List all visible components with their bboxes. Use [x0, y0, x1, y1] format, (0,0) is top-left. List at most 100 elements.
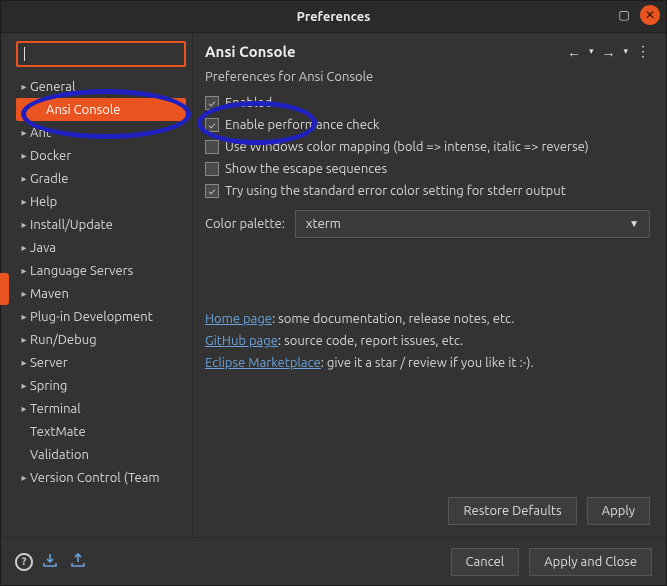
expand-arrow-icon: ▸	[18, 403, 30, 415]
marketplace-link-row: Eclipse Marketplace: give it a star / re…	[205, 352, 650, 374]
titlebar: Preferences ▢ ✕	[1, 1, 666, 33]
palette-value: xterm	[306, 217, 341, 231]
expand-arrow-icon: ▸	[18, 81, 30, 93]
home-link-row: Home page: some documentation, release n…	[205, 308, 650, 330]
sidebar-item-ant[interactable]: ▸Ant	[16, 121, 186, 144]
sidebar-item-label: Server	[30, 356, 68, 370]
expand-arrow-icon: ▸	[18, 196, 30, 208]
home-link-suffix: : some documentation, release notes, etc…	[272, 312, 514, 326]
content-header: Ansi Console ← ▾ → ▾ ⋮	[205, 43, 650, 60]
expand-arrow-icon: ▸	[18, 380, 30, 392]
maximize-button[interactable]: ▢	[614, 5, 634, 25]
expand-arrow-icon: ▸	[18, 265, 30, 277]
back-menu-icon[interactable]: ▾	[589, 46, 594, 57]
option-row: Enabled	[205, 92, 650, 114]
preferences-sidebar: ▸GeneralAnsi Console▸Ant▸Docker▸Gradle▸H…	[10, 33, 193, 537]
sidebar-item-help[interactable]: ▸Help	[16, 190, 186, 213]
option-label: Try using the standard error color setti…	[225, 184, 566, 198]
sidebar-item-terminal[interactable]: ▸Terminal	[16, 397, 186, 420]
checkbox[interactable]	[205, 118, 219, 132]
window-title: Preferences	[297, 10, 371, 24]
activity-strip	[1, 33, 10, 537]
menu-icon[interactable]: ⋮	[636, 43, 650, 60]
sidebar-item-install-update[interactable]: ▸Install/Update	[16, 213, 186, 236]
github-link[interactable]: GitHub page	[205, 334, 278, 348]
sidebar-item-spring[interactable]: ▸Spring	[16, 374, 186, 397]
section-title: Preferences for Ansi Console	[205, 70, 650, 84]
back-icon[interactable]: ←	[567, 44, 581, 60]
search-input[interactable]	[25, 46, 178, 63]
apply-button[interactable]: Apply	[587, 497, 650, 525]
activity-highlight	[0, 273, 9, 305]
export-icon[interactable]	[71, 553, 89, 571]
restore-defaults-button[interactable]: Restore Defaults	[448, 497, 576, 525]
palette-label: Color palette:	[205, 217, 285, 231]
home-link[interactable]: Home page	[205, 312, 272, 326]
sidebar-item-plug-in-development[interactable]: ▸Plug-in Development	[16, 305, 186, 328]
sidebar-item-ansi-console[interactable]: Ansi Console	[16, 98, 186, 121]
checkbox[interactable]	[205, 96, 219, 110]
marketplace-link-suffix: : give it a star / review if you like it…	[321, 356, 534, 370]
sidebar-item-label: Plug-in Development	[30, 310, 153, 324]
checkbox[interactable]	[205, 184, 219, 198]
footer-buttons: Cancel Apply and Close	[451, 548, 652, 576]
sidebar-item-java[interactable]: ▸Java	[16, 236, 186, 259]
header-nav: ← ▾ → ▾ ⋮	[567, 43, 650, 60]
option-label: Show the escape sequences	[225, 162, 387, 176]
sidebar-item-label: Gradle	[30, 172, 68, 186]
sidebar-item-label: Run/Debug	[30, 333, 97, 347]
marketplace-link[interactable]: Eclipse Marketplace	[205, 356, 321, 370]
sidebar-item-label: Help	[30, 195, 57, 209]
dialog-footer: ? Cancel Apply and Close	[1, 537, 666, 585]
sidebar-item-general[interactable]: ▸General	[16, 75, 186, 98]
expand-arrow-icon: ▸	[18, 173, 30, 185]
expand-arrow-icon: ▸	[18, 127, 30, 139]
sidebar-item-label: Install/Update	[30, 218, 113, 232]
expand-arrow-icon: ▸	[18, 334, 30, 346]
expand-arrow-icon: ▸	[18, 357, 30, 369]
sidebar-item-label: Ant	[30, 126, 51, 140]
checkbox[interactable]	[205, 162, 219, 176]
content-pane: Ansi Console ← ▾ → ▾ ⋮ Preferences for A…	[193, 33, 666, 537]
sidebar-item-label: Docker	[30, 149, 71, 163]
sidebar-item-run-debug[interactable]: ▸Run/Debug	[16, 328, 186, 351]
search-input-wrap[interactable]	[16, 41, 186, 67]
import-icon[interactable]	[43, 553, 61, 571]
sidebar-item-gradle[interactable]: ▸Gradle	[16, 167, 186, 190]
preferences-tree[interactable]: ▸GeneralAnsi Console▸Ant▸Docker▸Gradle▸H…	[16, 75, 186, 489]
sidebar-item-label: Terminal	[30, 402, 81, 416]
option-row: Try using the standard error color setti…	[205, 180, 650, 202]
option-row: Use Windows color mapping (bold => inten…	[205, 136, 650, 158]
sidebar-item-version-control-team[interactable]: ▸Version Control (Team	[16, 466, 186, 489]
sidebar-item-textmate[interactable]: TextMate	[16, 420, 186, 443]
sidebar-item-validation[interactable]: Validation	[16, 443, 186, 466]
expand-arrow-icon: ▸	[18, 472, 30, 484]
close-button[interactable]: ✕	[640, 5, 660, 25]
cancel-button[interactable]: Cancel	[451, 548, 520, 576]
option-row: Show the escape sequences	[205, 158, 650, 180]
expand-arrow-icon: ▸	[18, 311, 30, 323]
checkbox[interactable]	[205, 140, 219, 154]
dialog-body: ▸GeneralAnsi Console▸Ant▸Docker▸Gradle▸H…	[1, 33, 666, 537]
expand-arrow-icon: ▸	[18, 219, 30, 231]
sidebar-item-label: Version Control (Team	[30, 471, 160, 485]
option-label: Use Windows color mapping (bold => inten…	[225, 140, 589, 154]
expand-arrow-icon: ▸	[18, 150, 30, 162]
sidebar-item-docker[interactable]: ▸Docker	[16, 144, 186, 167]
sidebar-item-label: Language Servers	[30, 264, 133, 278]
option-label: Enabled	[225, 96, 272, 110]
sidebar-item-maven[interactable]: ▸Maven	[16, 282, 186, 305]
sidebar-item-label: General	[30, 80, 75, 94]
page-title: Ansi Console	[205, 43, 296, 60]
options-group: EnabledEnable performance checkUse Windo…	[205, 92, 650, 202]
forward-menu-icon[interactable]: ▾	[623, 46, 628, 57]
apply-and-close-button[interactable]: Apply and Close	[529, 548, 652, 576]
sidebar-item-language-servers[interactable]: ▸Language Servers	[16, 259, 186, 282]
sidebar-item-label: Java	[30, 241, 56, 255]
sidebar-item-server[interactable]: ▸Server	[16, 351, 186, 374]
sidebar-item-label: Spring	[30, 379, 67, 393]
chevron-down-icon: ▼	[629, 218, 639, 230]
forward-icon[interactable]: →	[601, 44, 615, 60]
help-icon[interactable]: ?	[15, 553, 33, 571]
palette-dropdown[interactable]: xterm ▼	[295, 210, 650, 238]
